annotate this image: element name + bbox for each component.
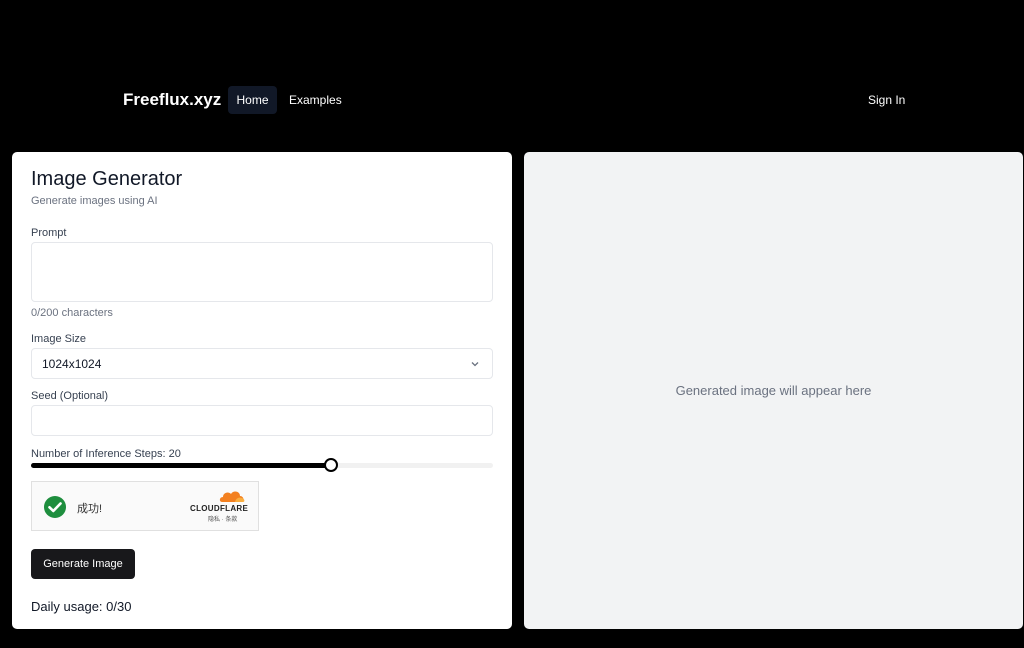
inference-steps-slider[interactable]: [31, 458, 493, 472]
captcha-privacy-terms-links[interactable]: 隐私 · 条款: [208, 514, 237, 523]
seed-label: Seed (Optional): [31, 390, 109, 402]
image-size-value: 1024x1024: [42, 356, 102, 371]
generate-image-button[interactable]: Generate Image: [31, 549, 135, 579]
chevron-down-icon: [471, 362, 479, 367]
nav-link-examples[interactable]: Examples: [289, 93, 342, 107]
check-circle-icon: [44, 496, 66, 518]
nav-link-home[interactable]: Home: [228, 86, 277, 114]
preview-placeholder-text: Generated image will appear here: [675, 383, 872, 398]
image-size-select[interactable]: 1024x1024: [31, 348, 493, 379]
slider-thumb[interactable]: [324, 458, 339, 472]
prompt-label: Prompt: [31, 227, 67, 239]
seed-input[interactable]: [31, 405, 493, 436]
generator-card: Image Generator Generate images using AI…: [12, 152, 512, 629]
daily-usage-text: Daily usage: 0/30: [31, 599, 132, 614]
sign-in-link[interactable]: Sign In: [868, 93, 905, 107]
slider-fill: [31, 463, 332, 468]
page-subtitle: Generate images using AI: [31, 195, 158, 207]
page-title: Image Generator: [31, 168, 183, 190]
top-navbar: Freeflux.xyz Home Examples Sign In: [0, 82, 1024, 118]
prompt-char-count: 0/200 characters: [31, 307, 113, 319]
brand-logo[interactable]: Freeflux.xyz: [123, 90, 221, 110]
inference-steps-label: Number of Inference Steps: 20: [31, 448, 181, 460]
cloudflare-captcha-widget[interactable]: 成功! CLOUDFLARE 隐私 · 条款: [31, 481, 259, 531]
image-size-label: Image Size: [31, 333, 87, 345]
cloudflare-logo: CLOUDFLARE: [190, 504, 249, 513]
prompt-textarea[interactable]: [31, 242, 493, 302]
captcha-status-text: 成功!: [77, 503, 103, 515]
cloudflare-cloud-icon: [219, 491, 245, 502]
image-preview-panel: Generated image will appear here: [524, 152, 1023, 629]
